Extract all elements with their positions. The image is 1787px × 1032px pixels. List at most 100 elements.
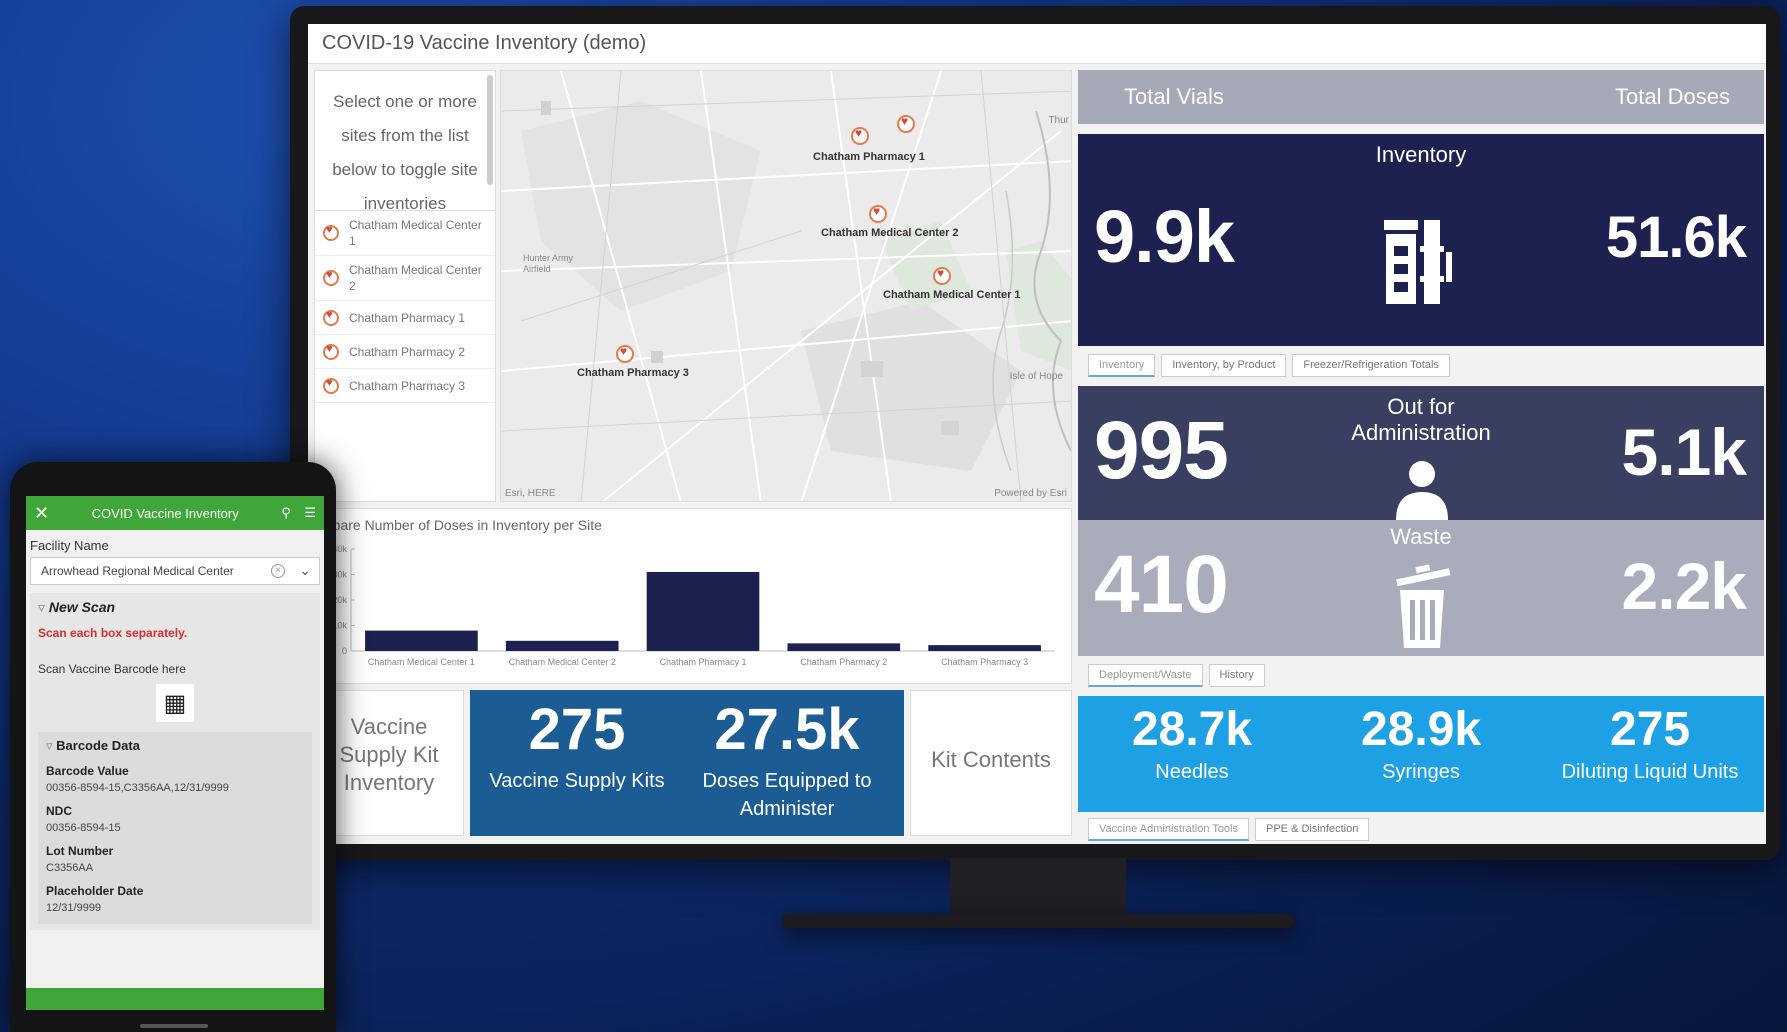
site-item-label: Chatham Pharmacy 1 — [349, 310, 466, 325]
site-item[interactable]: Chatham Pharmacy 2 — [315, 335, 495, 369]
site-map[interactable]: Chatham Pharmacy 1 Chatham Medical Cente… — [500, 70, 1072, 502]
site-pin-icon — [323, 224, 339, 241]
diluting-label: Diluting Liquid Units — [1561, 761, 1739, 783]
syringes-value: 28.9k — [1360, 703, 1482, 756]
waste-block: Waste 410 2.2k — [1078, 520, 1764, 656]
y-tick-label: 0 — [342, 646, 347, 656]
doses-chart-card: mpare Number of Doses in Inventory per S… — [314, 508, 1072, 684]
site-item[interactable]: Chatham Medical Center 2 — [315, 256, 495, 301]
qr-code-icon[interactable]: ▦ — [156, 684, 194, 722]
field-value: 00356-8594-15 — [46, 822, 121, 834]
tab-inventory-by-product[interactable]: Inventory, by Product — [1161, 354, 1287, 377]
tab-inventory[interactable]: Inventory — [1088, 354, 1156, 377]
trash-icon — [1396, 564, 1451, 648]
doses-equipped-value: 27.5k — [714, 697, 860, 762]
chart-bar[interactable] — [646, 571, 760, 651]
out-for-administration-block: Out for Administration 995 5.1k — [1078, 386, 1764, 520]
kit-stats-block: 275 Vaccine Supply Kits 27.5k Doses Equi… — [470, 690, 904, 836]
site-item[interactable]: Chatham Medical Center 1 — [315, 211, 495, 256]
dashboard-header: COVID-19 Vaccine Inventory (demo) — [308, 24, 1766, 64]
doses-equipped-label-line1: Doses Equipped to — [702, 770, 872, 792]
inventory-block: Inventory 9.9k 51.6k — [1078, 134, 1764, 346]
map-basemap — [501, 71, 1071, 501]
field-key: Placeholder Date — [46, 884, 144, 898]
phone-app-title: COVID Vaccine Inventory — [91, 505, 239, 521]
x-tick-label: Chatham Medical Center 2 — [509, 657, 616, 667]
kits-stat: 275 Vaccine Supply Kits — [472, 696, 682, 795]
site-instructions: Select one or more sites from the list b… — [315, 71, 495, 211]
chevron-down-icon[interactable]: ⌄ — [299, 562, 311, 579]
new-scan-header[interactable]: ▿ New Scan — [38, 599, 312, 616]
map-pin-icon[interactable] — [933, 266, 951, 285]
satellite-icon[interactable]: ⚲ — [281, 505, 291, 520]
site-pin-icon — [323, 269, 339, 286]
chart-bar[interactable] — [365, 630, 478, 651]
barcode-data-title: Barcode Data — [56, 738, 140, 753]
phone-footer-bar — [26, 988, 324, 1010]
monitor-stand-base — [782, 914, 1294, 928]
kit-title-card: Vaccine Supply Kit Inventory — [314, 690, 464, 836]
x-tick-label: Chatham Pharmacy 2 — [800, 657, 887, 667]
map-label-medical2: Chatham Medical Center 2 — [821, 227, 959, 239]
kits-value: 275 — [528, 697, 626, 762]
field-value: C3356AA — [46, 862, 94, 874]
totals-header: Total Vials Total Doses — [1078, 70, 1764, 124]
tab-vaccine-admin-tools[interactable]: Vaccine Administration Tools — [1088, 818, 1249, 841]
site-item[interactable]: Chatham Pharmacy 1 — [315, 301, 495, 335]
kit-title-line3: Inventory — [343, 770, 435, 795]
map-pin-icon[interactable] — [616, 344, 634, 363]
tab-freezer-totals[interactable]: Freezer/Refrigeration Totals — [1292, 354, 1450, 377]
site-pin-icon — [323, 343, 339, 360]
kit-contents-card[interactable]: Kit Contents — [910, 690, 1072, 836]
x-tick-label: Chatham Pharmacy 1 — [659, 657, 746, 667]
close-icon[interactable]: ✕ — [34, 503, 49, 524]
doses-bar-chart[interactable]: Doses Available010k20k30k40kChatham Medi… — [315, 509, 1072, 684]
collapse-icon: ▿ — [46, 738, 57, 753]
site-item[interactable]: Chatham Pharmacy 3 — [315, 369, 495, 403]
monitor: COVID-19 Vaccine Inventory (demo) Select… — [290, 6, 1780, 860]
doses-equipped-label: Doses Equipped to Administer — [682, 767, 892, 823]
waste-doses-value: 2.2k — [1621, 549, 1747, 623]
clear-icon[interactable]: × — [271, 564, 285, 578]
out-doses-value: 5.1k — [1621, 415, 1747, 489]
needles-stat: 28.7k Needles — [1078, 702, 1306, 784]
needles-label: Needles — [1155, 761, 1229, 783]
field-value: 00356-8594-15,C3356AA,12/31/9999 — [46, 782, 229, 794]
vial-icon — [1384, 220, 1452, 304]
site-item-label: Chatham Medical Center 2 — [349, 263, 482, 293]
dashboard-title: COVID-19 Vaccine Inventory (demo) — [322, 32, 647, 54]
site-item-label: Chatham Pharmacy 2 — [349, 344, 466, 359]
supplies-block: 28.7k Needles 28.9k Syringes 275 Dilutin… — [1078, 696, 1764, 812]
chart-bar[interactable] — [928, 645, 1041, 651]
field-key: Barcode Value — [46, 764, 129, 778]
map-pin-icon[interactable] — [869, 204, 887, 223]
tab-deployment-waste[interactable]: Deployment/Waste — [1088, 664, 1203, 687]
chart-bar[interactable] — [505, 640, 619, 651]
chart-bar[interactable] — [787, 643, 901, 651]
phone-bar-actions: ⚲ ☰ — [281, 505, 316, 521]
person-icon — [1396, 461, 1448, 520]
tab-ppe-disinfection[interactable]: PPE & Disinfection — [1255, 818, 1370, 841]
field-key: NDC — [46, 804, 72, 818]
map-powered-by: Powered by Esri — [994, 488, 1067, 499]
facility-label: Facility Name — [30, 538, 109, 553]
map-label-medical1: Chatham Medical Center 1 — [883, 289, 1021, 301]
facility-value: Arrowhead Regional Medical Center — [41, 564, 234, 578]
diluting-stat: 275 Diluting Liquid Units — [1536, 702, 1764, 784]
phone: ✕ COVID Vaccine Inventory ⚲ ☰ Facility N… — [10, 462, 336, 1032]
facility-select[interactable]: Arrowhead Regional Medical Center × ⌄ — [30, 557, 320, 585]
waste-vials-value: 410 — [1094, 539, 1229, 630]
barcode-data-header[interactable]: ▿ Barcode Data — [46, 738, 304, 754]
waste-tabs: Deployment/Waste History — [1088, 664, 1265, 687]
total-vials-label: Total Vials — [1124, 84, 1224, 109]
home-indicator — [140, 1024, 208, 1028]
map-place-label: Isle of Hope — [1009, 371, 1063, 382]
inventory-vials-value: 9.9k — [1094, 195, 1235, 278]
doses-equipped-label-line2: Administer — [739, 798, 835, 820]
map-pin-icon[interactable] — [897, 114, 915, 133]
map-pin-icon[interactable] — [851, 126, 869, 145]
menu-icon[interactable]: ☰ — [304, 505, 316, 520]
new-scan-section: ▿ New Scan Scan each box separately. Sca… — [30, 593, 320, 930]
scan-barcode-label: Scan Vaccine Barcode here — [38, 662, 186, 676]
tab-history[interactable]: History — [1208, 664, 1265, 687]
